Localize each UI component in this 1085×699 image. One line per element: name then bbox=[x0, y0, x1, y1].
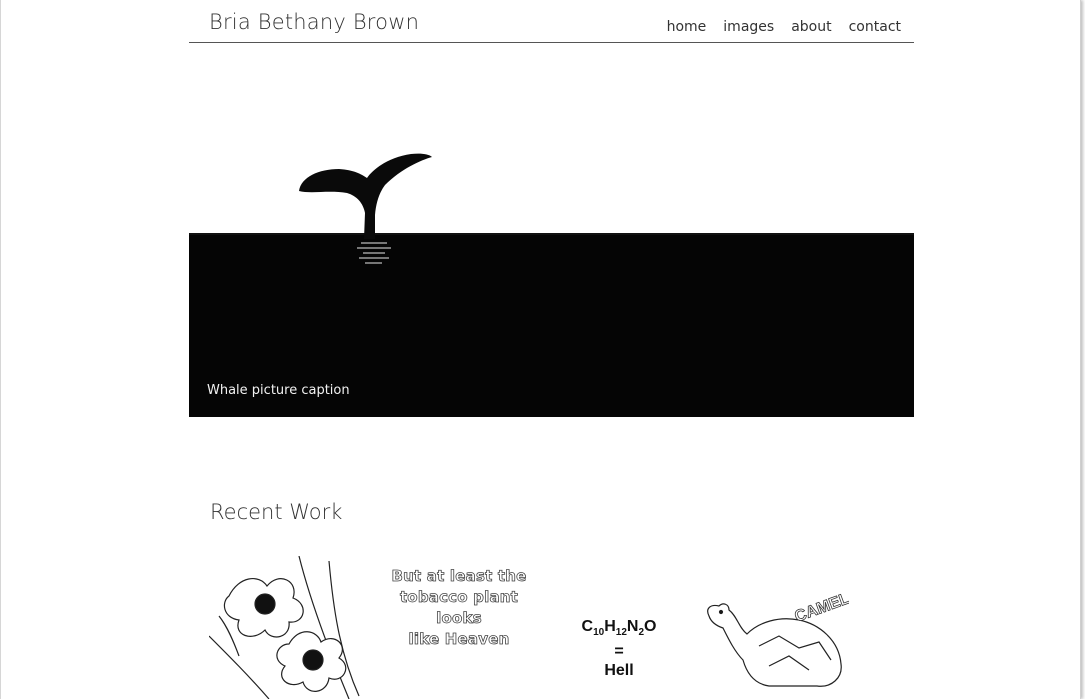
main-nav: home images about contact bbox=[667, 19, 901, 35]
nav-home-link[interactable]: home bbox=[667, 19, 707, 35]
site-title[interactable]: Bria Bethany Brown bbox=[209, 10, 419, 34]
site-header: Bria Bethany Brown home images about con… bbox=[189, 0, 914, 43]
recent-work-gallery: But at least the tobacco plant looks lik… bbox=[209, 556, 914, 699]
camel-drawing-thumbnail[interactable]: CAMEL bbox=[699, 556, 849, 699]
nav-images-link[interactable]: images bbox=[723, 19, 774, 35]
flowers-drawing-thumbnail[interactable] bbox=[209, 556, 379, 699]
tobacco-line-2: tobacco plant looks bbox=[399, 588, 519, 628]
hero-caption: Whale picture caption bbox=[207, 383, 350, 398]
formula-word: Hell bbox=[604, 662, 634, 680]
nicotine-formula-thumbnail[interactable]: C10H12N2O = Hell bbox=[569, 616, 669, 682]
tobacco-line-1: But at least the bbox=[391, 567, 527, 586]
browser-page: Bria Bethany Brown home images about con… bbox=[0, 0, 1081, 699]
tobacco-text-thumbnail[interactable]: But at least the tobacco plant looks lik… bbox=[377, 566, 541, 650]
whale-tail-illustration bbox=[189, 153, 914, 417]
recent-work-heading: Recent Work bbox=[210, 500, 343, 524]
formula-text: C10H12N2O bbox=[581, 618, 657, 639]
formula-equals: = bbox=[614, 643, 624, 661]
nav-about-link[interactable]: about bbox=[791, 19, 831, 35]
hero-whale-image[interactable]: Whale picture caption bbox=[189, 43, 914, 417]
tobacco-line-3: like Heaven bbox=[408, 630, 510, 649]
camel-label: CAMEL bbox=[793, 590, 849, 626]
nav-contact-link[interactable]: contact bbox=[849, 19, 901, 35]
